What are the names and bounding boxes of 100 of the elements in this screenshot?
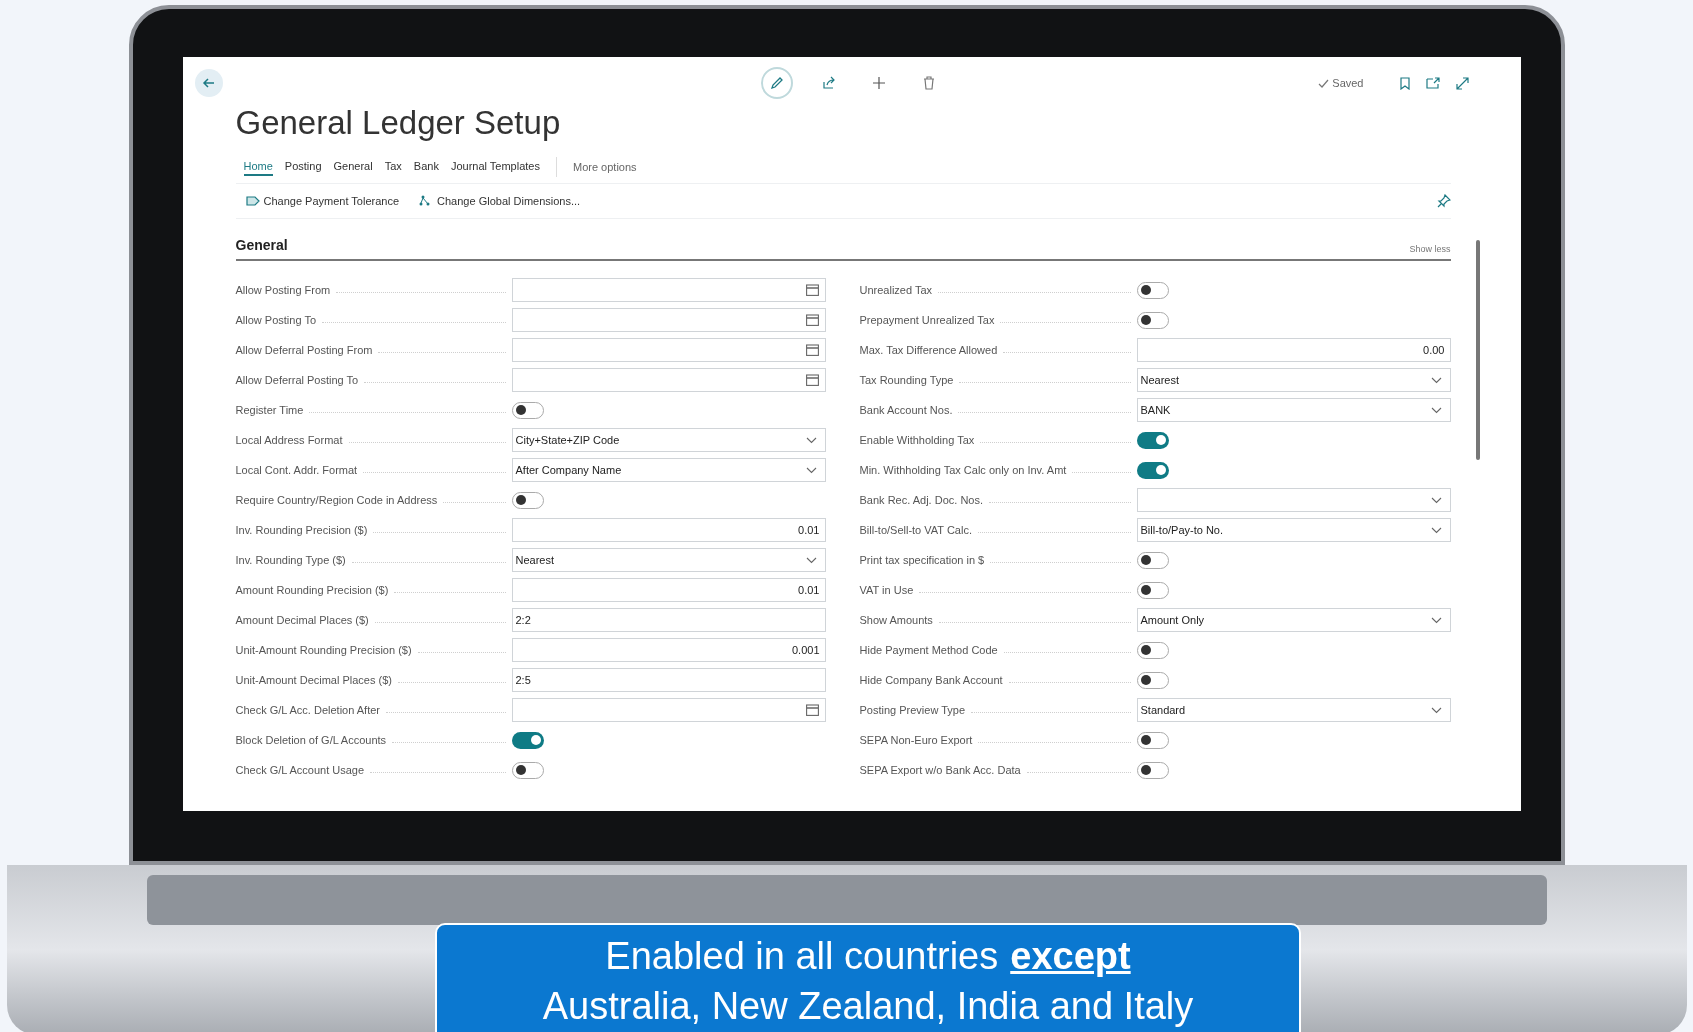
field-label: Print tax specification in $ bbox=[859, 552, 985, 568]
date-field[interactable] bbox=[511, 698, 826, 722]
field-label: VAT in Use bbox=[859, 582, 914, 598]
field-label: Inv. Rounding Precision ($) bbox=[235, 522, 368, 538]
field-label: Show Amounts bbox=[859, 612, 933, 628]
trash-icon bbox=[922, 76, 935, 90]
tab[interactable]: Journal Templates bbox=[450, 158, 540, 176]
share-icon bbox=[821, 76, 836, 90]
chevron-down-icon bbox=[805, 556, 817, 564]
toggle-switch[interactable] bbox=[1136, 671, 1169, 689]
date-field[interactable] bbox=[511, 338, 826, 362]
expand-button[interactable] bbox=[1455, 76, 1469, 90]
dropdown-field[interactable]: Standard bbox=[1136, 698, 1451, 722]
date-field[interactable] bbox=[511, 308, 826, 332]
chevron-down-icon bbox=[1430, 616, 1442, 624]
number-field[interactable]: 0.00 bbox=[1136, 338, 1451, 362]
calendar-icon bbox=[805, 344, 819, 356]
calendar-icon bbox=[805, 704, 819, 716]
pin-button[interactable] bbox=[1436, 194, 1451, 208]
toggle-switch[interactable] bbox=[1136, 641, 1169, 659]
field-label: Allow Posting From bbox=[235, 282, 331, 298]
field-label: Require Country/Region Code in Address bbox=[235, 492, 438, 508]
toggle-switch[interactable] bbox=[511, 491, 544, 509]
number-field[interactable]: 0.01 bbox=[511, 518, 826, 542]
pencil-icon bbox=[769, 76, 784, 90]
field-label: Hide Company Bank Account bbox=[859, 672, 1003, 688]
field-label: Bank Account Nos. bbox=[859, 402, 953, 418]
field-label: Unrealized Tax bbox=[859, 282, 933, 298]
toggle-switch[interactable] bbox=[1136, 731, 1169, 749]
bookmark-button[interactable] bbox=[1399, 76, 1410, 90]
field-label: Check G/L Account Usage bbox=[235, 762, 365, 778]
field-label: Block Deletion of G/L Accounts bbox=[235, 732, 387, 748]
toggle-switch[interactable] bbox=[511, 401, 544, 419]
text-field[interactable]: 2:5 bbox=[511, 668, 826, 692]
bookmark-icon bbox=[1399, 76, 1410, 90]
field-label: Local Cont. Addr. Format bbox=[235, 462, 358, 478]
dropdown-field[interactable]: BANK bbox=[1136, 398, 1451, 422]
field-label: Amount Decimal Places ($) bbox=[235, 612, 369, 628]
number-field[interactable]: 0.01 bbox=[511, 578, 826, 602]
chevron-down-icon bbox=[1430, 406, 1442, 414]
field-label: Bill-to/Sell-to VAT Calc. bbox=[859, 522, 972, 538]
caption-text: Enabled in all countries bbox=[605, 934, 999, 979]
edit-button[interactable] bbox=[760, 67, 793, 99]
toggle-switch[interactable] bbox=[1136, 551, 1169, 569]
tab[interactable]: Posting bbox=[284, 158, 322, 176]
field-label: SEPA Non-Euro Export bbox=[859, 732, 973, 748]
dropdown-field[interactable]: Bill-to/Pay-to No. bbox=[1136, 518, 1451, 542]
chevron-down-icon bbox=[1430, 496, 1442, 504]
field-label: Posting Preview Type bbox=[859, 702, 966, 718]
field-label: Amount Rounding Precision ($) bbox=[235, 582, 389, 598]
tab[interactable]: Tax bbox=[384, 158, 402, 176]
field-label: Inv. Rounding Type ($) bbox=[235, 552, 346, 568]
field-label: Bank Rec. Adj. Doc. Nos. bbox=[859, 492, 983, 508]
more-options-tab[interactable]: More options bbox=[572, 158, 637, 176]
open-new-window-button[interactable] bbox=[1425, 77, 1440, 89]
show-less-link[interactable]: Show less bbox=[1409, 242, 1451, 256]
dropdown-field[interactable]: City+State+ZIP Code bbox=[511, 428, 826, 452]
toggle-switch[interactable] bbox=[1136, 461, 1169, 479]
field-label: Min. Withholding Tax Calc only on Inv. Amt bbox=[859, 462, 1067, 478]
toggle-switch[interactable] bbox=[1136, 581, 1169, 599]
page-title: General Ledger Setup bbox=[235, 103, 562, 143]
dropdown-field[interactable]: After Company Name bbox=[511, 458, 826, 482]
open-window-icon bbox=[1425, 77, 1440, 89]
field-label: Unit-Amount Rounding Precision ($) bbox=[235, 642, 412, 658]
action-button[interactable]: Change Global Dimensions... bbox=[419, 192, 581, 210]
field-label: SEPA Export w/o Bank Acc. Data bbox=[859, 762, 1021, 778]
saved-status: Saved bbox=[1332, 75, 1364, 91]
section-title: General bbox=[235, 236, 288, 255]
toggle-switch[interactable] bbox=[1136, 311, 1169, 329]
chevron-down-icon bbox=[1430, 526, 1442, 534]
dropdown-field[interactable]: Nearest bbox=[511, 548, 826, 572]
field-label: Allow Deferral Posting To bbox=[235, 372, 359, 388]
number-field[interactable]: 0.001 bbox=[511, 638, 826, 662]
date-field[interactable] bbox=[511, 368, 826, 392]
field-label: Allow Posting To bbox=[235, 312, 316, 328]
chevron-down-icon bbox=[805, 436, 817, 444]
text-field[interactable]: 2:2 bbox=[511, 608, 826, 632]
field-label: Max. Tax Difference Allowed bbox=[859, 342, 998, 358]
tab[interactable]: Bank bbox=[413, 158, 439, 176]
calendar-icon bbox=[805, 314, 819, 326]
dropdown-field[interactable]: Nearest bbox=[1136, 368, 1451, 392]
tab[interactable]: General bbox=[333, 158, 373, 176]
tab[interactable]: Home bbox=[243, 158, 273, 176]
toggle-switch[interactable] bbox=[1136, 281, 1169, 299]
back-button[interactable] bbox=[194, 69, 223, 97]
toggle-switch[interactable] bbox=[1136, 761, 1169, 779]
dropdown-field[interactable]: Amount Only bbox=[1136, 608, 1451, 632]
calendar-icon bbox=[805, 374, 819, 386]
field-label: Tax Rounding Type bbox=[859, 372, 954, 388]
chevron-down-icon bbox=[805, 466, 817, 474]
toggle-switch[interactable] bbox=[1136, 431, 1169, 449]
dropdown-field[interactable] bbox=[1136, 488, 1451, 512]
toggle-switch[interactable] bbox=[511, 761, 544, 779]
date-field[interactable] bbox=[511, 278, 826, 302]
back-arrow-icon bbox=[201, 76, 216, 90]
chevron-down-icon bbox=[1430, 706, 1442, 714]
action-button[interactable]: Change Payment Tolerance bbox=[245, 192, 400, 210]
field-label: Allow Deferral Posting From bbox=[235, 342, 373, 358]
toggle-switch[interactable] bbox=[511, 731, 544, 749]
field-label: Check G/L Acc. Deletion After bbox=[235, 702, 380, 718]
